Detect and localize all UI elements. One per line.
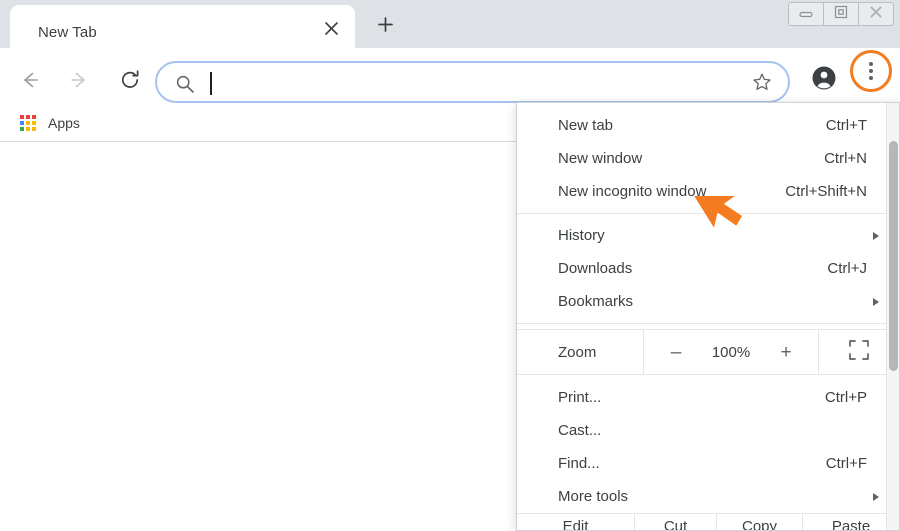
apps-grid-icon [20,115,36,131]
menu-item-print[interactable]: Print... Ctrl+P [517,381,899,414]
menu-item-shortcut: Ctrl+P [824,389,867,406]
tab-title: New Tab [38,24,97,41]
apps-label: Apps [48,115,80,131]
menu-item-label: More tools [558,488,629,505]
chrome-menu-popup: New tab Ctrl+T New window Ctrl+N New inc… [516,102,900,531]
menu-separator [517,323,899,324]
zoom-label: Zoom [558,343,597,361]
zoom-out-button[interactable]: – [666,343,686,362]
menu-item-shortcut: Ctrl+N [824,150,867,167]
close-icon[interactable] [321,18,341,38]
browser-window: New Tab Apps New tab Ctrl+T New window C… [0,0,900,531]
menu-item-new-window[interactable]: New window Ctrl+N [517,142,899,175]
minimize-icon [799,5,813,23]
menu-item-label: Print... [558,389,602,406]
logo-letter-o2: o [438,515,530,531]
back-button[interactable] [11,64,47,100]
menu-item-label: Find... [558,455,600,472]
triangle-right-icon [873,492,879,501]
menu-item-label: Cast... [558,422,602,439]
star-icon[interactable] [752,72,774,94]
fullscreen-icon [848,339,870,366]
menu-scrollbar[interactable] [886,103,899,530]
edit-copy-button[interactable]: Copy [717,514,803,530]
close-window-icon [869,5,883,24]
logo-letter-o1: o [350,515,442,531]
menu-item-history[interactable]: History [517,219,899,252]
menu-item-cast[interactable]: Cast... [517,414,899,447]
menu-item-downloads[interactable]: Downloads Ctrl+J [517,252,899,285]
chrome-menu-button[interactable] [850,50,892,92]
zoom-level-value: 100% [711,343,751,361]
menu-item-label: New incognito window [558,183,707,200]
account-circle-icon [811,65,837,96]
menu-scrollbar-thumb[interactable] [889,141,898,371]
reload-button[interactable] [112,64,148,100]
menu-item-new-tab[interactable]: New tab Ctrl+T [517,109,899,142]
text-cursor [210,72,212,95]
menu-row-zoom: Zoom – 100% + [517,329,899,375]
plus-icon [377,17,393,37]
restore-button[interactable] [823,2,859,26]
arrow-left-icon [18,69,40,96]
menu-item-label: New window [558,150,643,167]
triangle-right-icon [873,297,879,306]
tab-strip: New Tab [0,0,900,48]
edit-label: Edit [517,514,635,530]
menu-item-bookmarks[interactable]: Bookmarks [517,285,899,318]
minimize-button[interactable] [788,2,824,26]
menu-item-label: Downloads [558,260,633,277]
address-bar[interactable] [155,61,790,103]
zoom-controls: – 100% + [643,330,819,374]
edit-paste-button[interactable]: Paste [803,514,899,530]
triangle-right-icon [873,231,879,240]
menu-item-shortcut: Ctrl+F [825,455,867,472]
menu-group-tools: Print... Ctrl+P Cast... Find... Ctrl+F M… [517,375,899,513]
menu-item-more-tools[interactable]: More tools [517,480,899,513]
three-dots-vertical-icon [869,62,873,80]
zoom-in-button[interactable]: + [776,343,796,362]
logo-letter-g1: G [238,515,354,531]
menu-item-label: Bookmarks [558,293,634,310]
menu-item-shortcut: Ctrl+J [827,260,867,277]
menu-group-navigation: History Downloads Ctrl+J Bookmarks [517,219,899,318]
menu-item-new-incognito-window[interactable]: New incognito window Ctrl+Shift+N [517,175,899,208]
close-button[interactable] [858,2,894,26]
search-icon [175,74,195,94]
window-controls [788,1,894,27]
menu-item-find[interactable]: Find... Ctrl+F [517,447,899,480]
menu-item-shortcut: Ctrl+T [825,117,867,134]
menu-item-label: New tab [558,117,614,134]
menu-item-shortcut: Ctrl+Shift+N [785,183,867,200]
restore-icon [834,5,848,24]
menu-separator [517,213,899,214]
search-input[interactable] [215,63,705,101]
reload-icon [119,69,141,96]
edit-cut-button[interactable]: Cut [635,514,717,530]
menu-group-new: New tab Ctrl+T New window Ctrl+N New inc… [517,103,899,208]
menu-item-label: History [558,227,605,244]
bookmark-item-apps[interactable]: Apps [12,109,88,137]
menu-row-edit: Edit Cut Copy Paste [517,513,899,530]
avatar[interactable] [808,64,840,96]
new-tab-button[interactable] [371,13,399,41]
tab-new-tab[interactable]: New Tab [10,5,355,48]
forward-button[interactable] [62,64,98,100]
arrow-right-icon [69,69,91,96]
